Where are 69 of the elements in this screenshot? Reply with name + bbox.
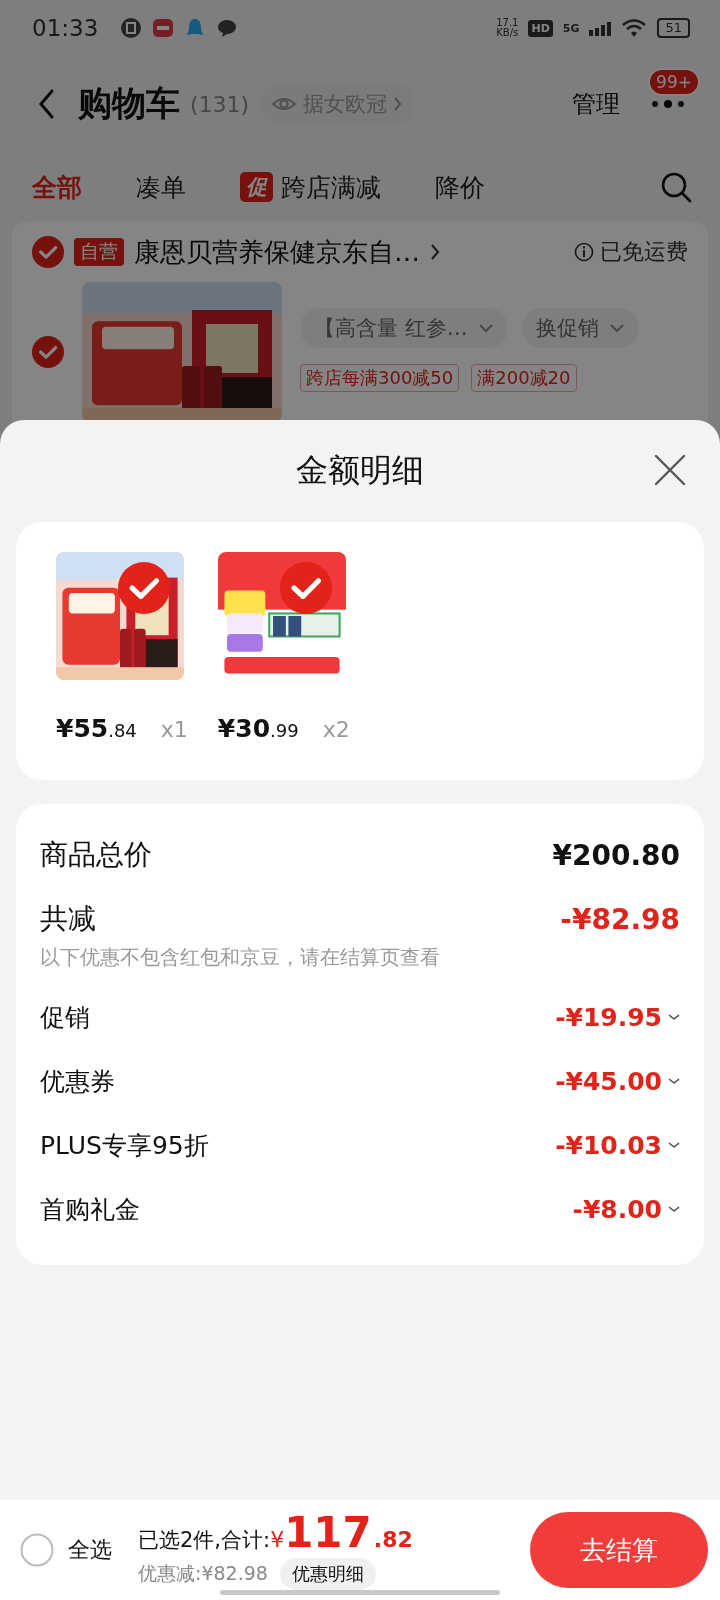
- manage-button[interactable]: 管理: [572, 88, 620, 120]
- self-operated-tag: 自营: [74, 238, 124, 266]
- discount-label: PLUS专享95折: [40, 1129, 209, 1162]
- discount-label: 首购礼金: [40, 1193, 140, 1226]
- page-title: 购物车: [78, 82, 180, 125]
- promo-tag: 跨店每满300减50: [300, 364, 460, 392]
- summary-label: 共减: [40, 901, 96, 937]
- select-all-checkbox[interactable]: [20, 1533, 54, 1567]
- item-checkbox[interactable]: [118, 562, 170, 614]
- search-icon[interactable]: [660, 171, 692, 203]
- notification-icon: [120, 17, 143, 39]
- speed-text: 17.1: [496, 18, 519, 28]
- wifi-icon: [621, 18, 648, 38]
- signal-icon: [589, 20, 612, 36]
- chevron-icon[interactable]: [668, 1077, 680, 1085]
- tab[interactable]: 降价: [435, 170, 485, 204]
- shipping-note: 已免运费: [600, 238, 688, 266]
- summary-label: 商品总价: [40, 837, 152, 873]
- discount-summary: 优惠减:¥82.98: [138, 1561, 268, 1586]
- checkout-button[interactable]: 去结算: [530, 1512, 708, 1588]
- tab[interactable]: 促 跨店满减: [240, 170, 381, 204]
- notification-badge: 99+: [648, 68, 700, 96]
- chevron-icon[interactable]: [430, 243, 440, 261]
- discount-value: -¥45.00: [555, 1066, 662, 1096]
- tab-label: 跨店满减: [281, 171, 381, 204]
- item-quantity: x1: [160, 717, 188, 742]
- hd-indicator: HD: [528, 19, 553, 37]
- app-icon: [152, 17, 175, 39]
- status-time: 01:33: [32, 15, 99, 41]
- summary-value: ¥200.80: [552, 838, 680, 872]
- item-price: ¥30.99: [217, 714, 299, 743]
- tab[interactable]: 凑单: [136, 170, 186, 204]
- store-checkbox[interactable]: [32, 236, 64, 268]
- reduction-value: -¥82.98: [560, 902, 680, 936]
- discount-detail-button[interactable]: 优惠明细: [279, 1558, 376, 1590]
- spec-dropdown[interactable]: 【高含量 红参…: [300, 308, 508, 348]
- more-icon[interactable]: [650, 98, 686, 110]
- back-icon[interactable]: [36, 88, 56, 120]
- total-price: ¥117.82: [270, 1510, 413, 1556]
- chevron-icon: [393, 96, 404, 112]
- chevron-icon[interactable]: [668, 1205, 680, 1213]
- item-quantity: x2: [322, 717, 350, 742]
- chevron-icon[interactable]: [668, 1013, 680, 1021]
- discount-value: -¥8.00: [572, 1194, 662, 1224]
- summary-note: 以下优惠不包含红包和京豆，请在结算页查看: [40, 944, 441, 971]
- speed-text: KB/s: [496, 28, 519, 38]
- item-price: ¥55.84: [56, 714, 137, 743]
- battery-level: 51: [657, 18, 690, 38]
- close-icon[interactable]: [654, 454, 686, 486]
- info-icon[interactable]: [574, 242, 594, 262]
- item-checkbox[interactable]: [279, 562, 332, 614]
- discount-label: 优惠券: [40, 1065, 115, 1098]
- chat-icon: [216, 17, 239, 39]
- discount-label: 促销: [40, 1001, 90, 1034]
- selected-summary: 已选2件,合计:: [138, 1527, 271, 1554]
- store-name[interactable]: 康恩贝营养保健京东自…: [134, 234, 420, 270]
- promo-tag: 促: [240, 172, 273, 202]
- sheet-title: 金额明细: [296, 450, 424, 491]
- discount-value: -¥10.03: [555, 1130, 662, 1160]
- product-checkbox[interactable]: [32, 336, 64, 368]
- chevron-icon: [477, 323, 494, 333]
- tab[interactable]: 全部: [32, 170, 82, 204]
- promo-tag: 满200减20: [471, 364, 577, 392]
- chevron-icon[interactable]: [668, 1141, 680, 1149]
- network-type: 5G: [562, 21, 580, 35]
- promo-dropdown[interactable]: 换促销: [521, 308, 639, 348]
- chevron-icon: [608, 323, 625, 333]
- discount-value: -¥19.95: [555, 1002, 662, 1032]
- select-all-label[interactable]: 全选: [68, 1535, 112, 1565]
